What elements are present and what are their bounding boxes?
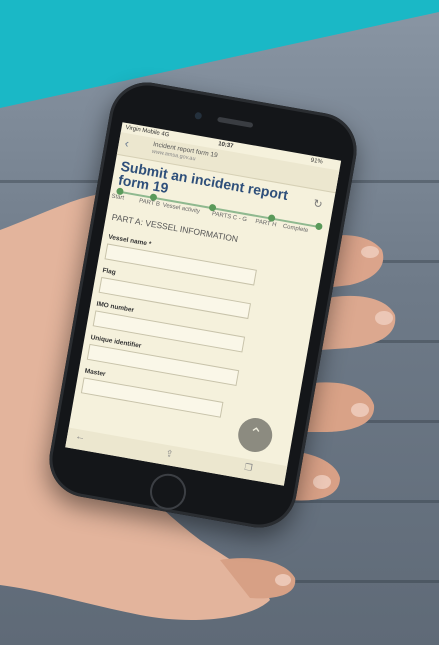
back-arrow-icon[interactable]: ← [74, 431, 86, 444]
refresh-icon[interactable]: ↻ [312, 197, 323, 211]
imo-number-input[interactable] [92, 310, 246, 353]
chevron-left-icon[interactable]: ‹ [124, 136, 130, 150]
earpiece-speaker [217, 116, 254, 128]
scroll-to-top-button[interactable]: ⌃ [235, 415, 275, 455]
battery-label: 91% [310, 157, 324, 166]
progress-dot [314, 222, 323, 231]
master-input[interactable] [80, 377, 224, 418]
vessel-name-input[interactable] [104, 243, 257, 286]
step-start[interactable]: Start [111, 194, 125, 202]
unique-identifier-input[interactable] [86, 343, 240, 387]
field-label: Master [84, 367, 107, 379]
home-button[interactable] [147, 470, 189, 513]
field-label: Flag [101, 267, 117, 277]
chevron-up-icon: ⌃ [247, 425, 264, 445]
tabs-icon[interactable]: ❐ [244, 462, 254, 474]
front-camera [194, 111, 203, 120]
clock: 10:37 [217, 141, 234, 150]
step-part-b[interactable]: PART B [139, 198, 161, 208]
phone-screen: Virgin Mobile 4G 10:37 91% ‹ Incident re… [65, 122, 342, 486]
flag-input[interactable] [98, 276, 252, 320]
share-icon[interactable]: ⇪ [165, 448, 174, 460]
